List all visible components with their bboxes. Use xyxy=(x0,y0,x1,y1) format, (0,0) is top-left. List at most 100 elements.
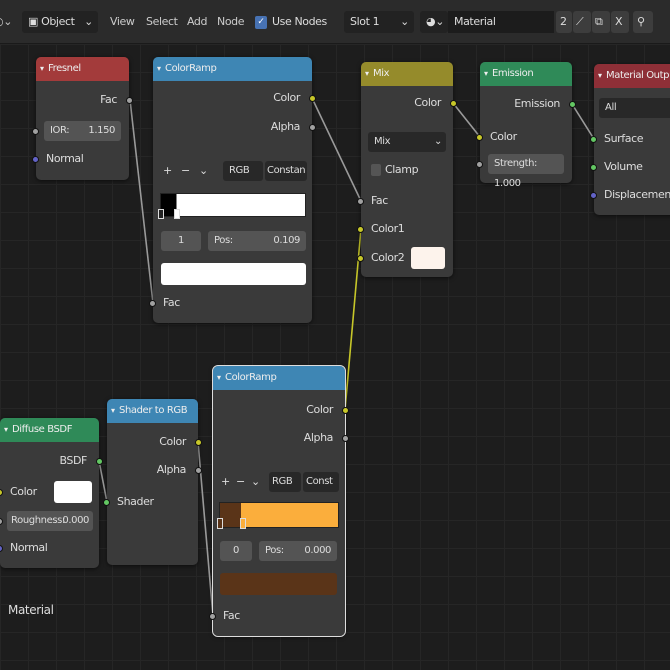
ior-socket[interactable] xyxy=(32,128,39,135)
displacement-input-label: Displacement xyxy=(604,188,670,201)
alpha-output-label: Alpha xyxy=(156,463,187,476)
node-title[interactable]: ColorRamp xyxy=(153,57,312,81)
stop-index-field[interactable]: 1 xyxy=(161,231,201,251)
clamp-label: Clamp xyxy=(385,163,419,176)
ramp-menu-button[interactable]: ⌄ xyxy=(199,161,208,181)
node-title[interactable]: Diffuse BSDF xyxy=(0,418,99,442)
strength-socket[interactable] xyxy=(476,161,483,168)
stop-color-swatch[interactable] xyxy=(161,263,306,285)
color-mode-dropdown[interactable]: RGB xyxy=(269,472,301,492)
color-ramp-bar[interactable] xyxy=(160,193,306,217)
normal-input-label: Normal xyxy=(46,152,84,165)
link-diffuse-shader xyxy=(98,460,108,503)
stop-position-field[interactable]: Pos: 0.000 xyxy=(259,541,337,561)
color-output-socket[interactable] xyxy=(342,407,349,414)
normal-input-socket[interactable] xyxy=(0,545,3,552)
alpha-output-socket[interactable] xyxy=(342,435,349,442)
shader-input-socket[interactable] xyxy=(103,499,110,506)
shader-to-rgb-node[interactable]: Shader to RGB Color Alpha Shader xyxy=(103,399,202,565)
fac-input-label: Fac xyxy=(371,194,388,207)
link-emission-output xyxy=(571,103,595,140)
stop-color-swatch[interactable] xyxy=(220,573,337,595)
volume-input-socket[interactable] xyxy=(590,164,597,171)
ramp-stop-handle-active[interactable] xyxy=(217,518,223,529)
color-mode-label: RGB xyxy=(272,476,293,487)
color-swatch[interactable] xyxy=(54,481,92,503)
color-output-label: Color xyxy=(414,96,441,109)
normal-input-label: Normal xyxy=(10,541,48,554)
link-ramp1-mix-fac xyxy=(311,97,362,202)
diffuse-bsdf-node[interactable]: Diffuse BSDF BSDF Color Roughness:0.000 … xyxy=(0,418,103,568)
interpolation-dropdown[interactable]: Constan xyxy=(265,161,307,181)
color-output-label: Color xyxy=(159,435,186,448)
alpha-output-label: Alpha xyxy=(303,431,334,444)
bsdf-output-socket[interactable] xyxy=(96,458,103,465)
ramp-menu-button[interactable]: ⌄ xyxy=(251,472,260,492)
alpha-output-socket[interactable] xyxy=(309,124,316,131)
emission-output-label: Emission xyxy=(514,97,560,110)
roughness-field[interactable]: Roughness: 0.000 xyxy=(7,511,93,531)
displacement-input-socket[interactable] xyxy=(590,192,597,199)
emission-node[interactable]: Emission Emission Color Strength: 1.000 xyxy=(476,62,576,189)
interpolation-dropdown[interactable]: Const xyxy=(303,472,339,492)
surface-input-label: Surface xyxy=(604,132,644,145)
strength-value: 1.000 xyxy=(494,178,521,189)
clamp-checkbox[interactable] xyxy=(371,164,381,176)
ior-value: 1.150 xyxy=(88,125,115,136)
color2-input-socket[interactable] xyxy=(357,255,364,262)
normal-input-socket[interactable] xyxy=(32,156,39,163)
stop-position-field[interactable]: Pos: 0.109 xyxy=(208,231,306,251)
shader-input-label: Shader xyxy=(117,495,154,508)
target-label: All xyxy=(605,102,617,113)
color1-input-socket[interactable] xyxy=(357,226,364,233)
fac-input-label: Fac xyxy=(163,296,180,309)
node-title[interactable]: Fresnel xyxy=(36,57,129,81)
colorramp-node-2[interactable]: ColorRamp Color Alpha + − ⌄ RGB Const 0 … xyxy=(209,365,349,637)
strength-field[interactable]: Strength: 1.000 xyxy=(488,154,564,189)
remove-stop-button[interactable]: − xyxy=(181,161,190,181)
color-output-socket[interactable] xyxy=(309,95,316,102)
link-fresnel-fac xyxy=(129,99,154,304)
color-mode-dropdown[interactable]: RGB xyxy=(223,161,263,181)
color1-input-label: Color1 xyxy=(371,222,405,235)
blend-mode-dropdown[interactable]: Mix ⌄ xyxy=(368,132,446,152)
ramp-stop-handle[interactable] xyxy=(240,518,246,529)
fac-input-socket[interactable] xyxy=(357,198,364,205)
add-stop-button[interactable]: + xyxy=(163,161,172,181)
ramp-stop-handle-active[interactable] xyxy=(174,209,180,219)
target-dropdown[interactable]: All xyxy=(599,98,670,118)
material-canvas-label: Material xyxy=(8,603,54,617)
node-title[interactable]: ColorRamp xyxy=(213,366,345,390)
fac-output-socket[interactable] xyxy=(126,97,133,104)
material-output-node[interactable]: Material Output All Surface Volume Displ… xyxy=(590,64,670,215)
roughness-socket[interactable] xyxy=(0,518,3,525)
stop-index-field[interactable]: 0 xyxy=(220,541,252,561)
ior-field[interactable]: IOR: 1.150 xyxy=(44,121,121,141)
alpha-output-socket[interactable] xyxy=(195,467,202,474)
node-title[interactable]: Shader to RGB xyxy=(107,399,198,423)
ramp-stop-handle[interactable] xyxy=(158,209,164,219)
color-input-socket[interactable] xyxy=(476,134,483,141)
remove-stop-button[interactable]: − xyxy=(236,472,245,492)
fac-input-socket[interactable] xyxy=(149,300,156,307)
fresnel-node[interactable]: Fresnel Fac IOR: 1.150 Normal xyxy=(32,57,133,180)
color-ramp-bar[interactable] xyxy=(219,502,339,528)
node-title[interactable]: Emission xyxy=(480,62,572,86)
node-title[interactable]: Material Output xyxy=(594,64,670,88)
roughness-label: Roughness: xyxy=(11,515,65,526)
color2-swatch[interactable] xyxy=(411,247,445,269)
surface-input-socket[interactable] xyxy=(590,136,597,143)
color-output-socket[interactable] xyxy=(450,100,457,107)
color-output-socket[interactable] xyxy=(195,439,202,446)
add-stop-button[interactable]: + xyxy=(221,472,230,492)
pos-value: 0.109 xyxy=(273,235,300,246)
color-input-socket[interactable] xyxy=(0,489,3,496)
node-title[interactable]: Mix xyxy=(361,62,453,86)
interpolation-label: Constan xyxy=(267,165,306,176)
colorramp-node-1[interactable]: ColorRamp Color Alpha + − ⌄ RGB Constan … xyxy=(149,57,316,323)
fac-input-socket[interactable] xyxy=(209,613,216,620)
mix-node[interactable]: Mix Color Mix⌄ Clamp Fac Color1 Color2 xyxy=(357,62,457,277)
pos-label: Pos: xyxy=(265,545,284,556)
interpolation-label: Const xyxy=(306,476,333,487)
emission-output-socket[interactable] xyxy=(569,101,576,108)
